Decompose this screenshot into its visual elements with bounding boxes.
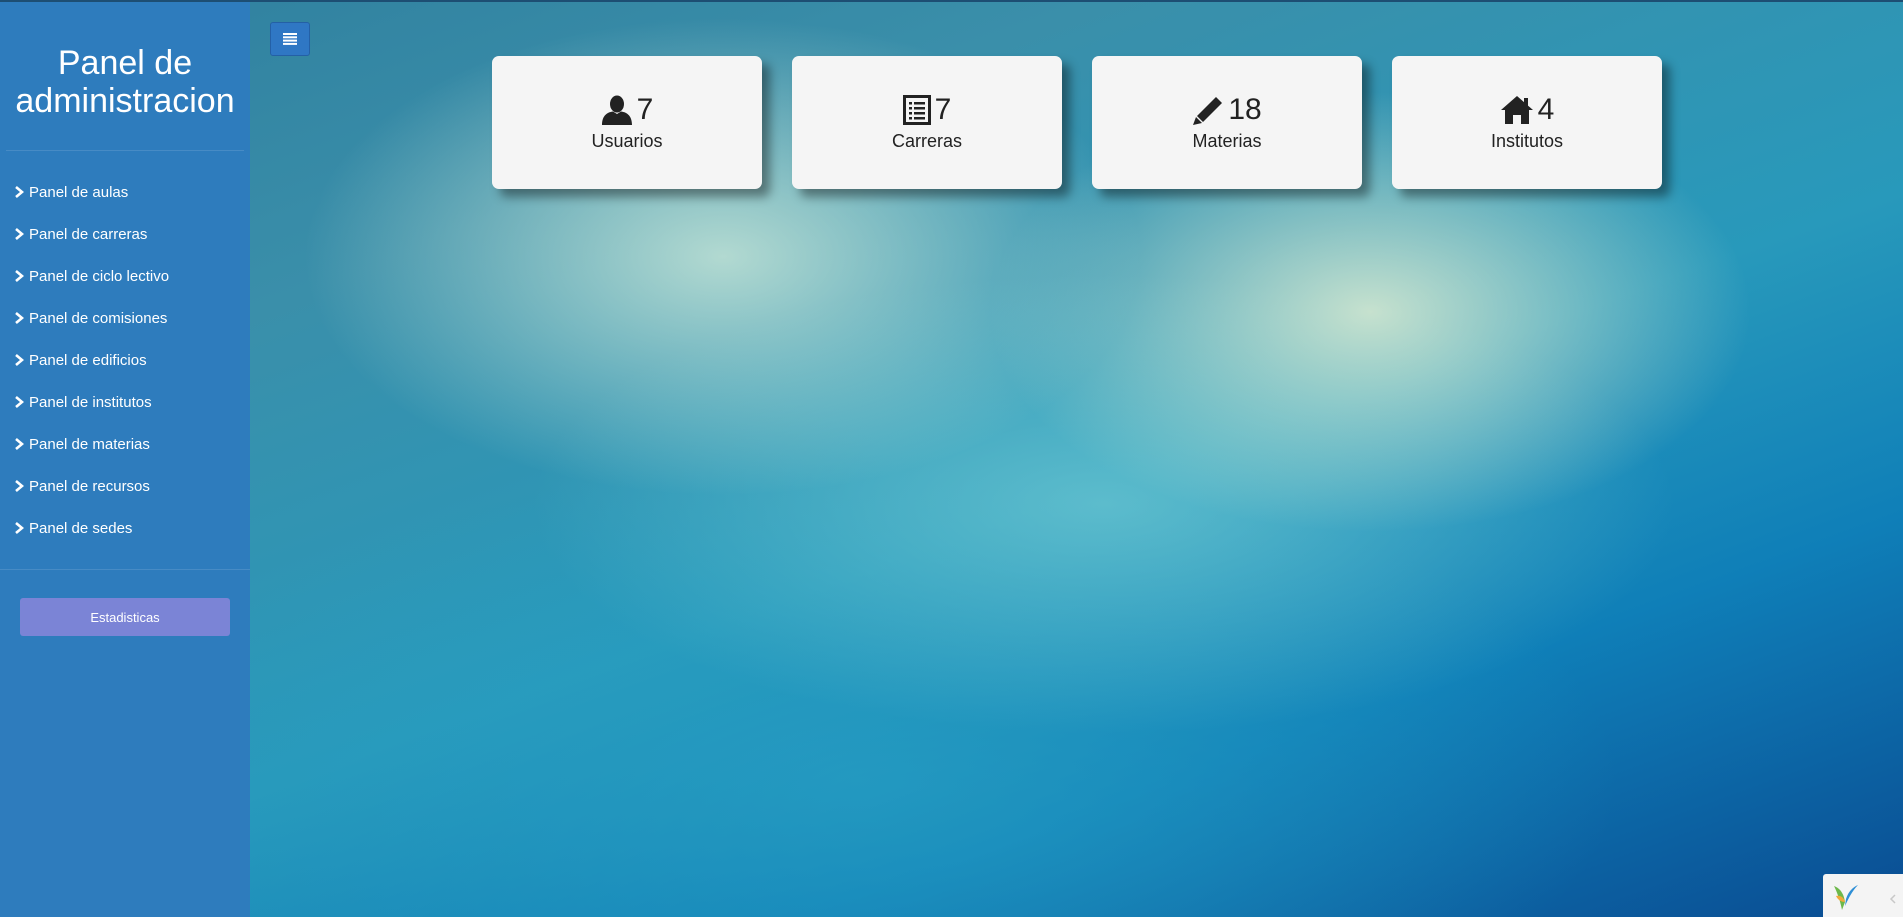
card-count: 18 (1228, 93, 1262, 126)
sidebar-item-aulas[interactable]: Panel de aulas (0, 171, 250, 213)
card-label: Materias (1192, 131, 1262, 151)
card-count: 7 (636, 93, 654, 126)
sidebar-item-label: Panel de carreras (29, 225, 148, 243)
pencil-icon (1193, 97, 1223, 125)
home-icon (1500, 96, 1533, 124)
top-border (0, 0, 1903, 2)
sidebar-item-label: Panel de materias (29, 435, 150, 453)
sidebar-item-label: Panel de aulas (29, 183, 129, 201)
card-count: 4 (1537, 93, 1555, 126)
debug-toolbar-tab[interactable] (1823, 874, 1903, 917)
card-institutos[interactable]: 4 Institutos (1392, 56, 1662, 189)
chevron-right-icon (15, 480, 24, 492)
sidebar-item-label: Panel de ciclo lectivo (29, 267, 170, 285)
chevron-right-icon (15, 312, 24, 324)
chevron-right-icon (15, 186, 24, 198)
sidebar-item-materias[interactable]: Panel de materias (0, 423, 250, 465)
sidebar-title: Panel de administracion (6, 2, 244, 151)
chevron-right-icon (15, 438, 24, 450)
sidebar-item-carreras[interactable]: Panel de carreras (0, 213, 250, 255)
sidebar-item-label: Panel de recursos (29, 477, 150, 495)
sidebar-toggle-button[interactable] (270, 22, 310, 56)
card-count: 7 (934, 93, 952, 126)
chevron-left-icon (1889, 894, 1896, 904)
card-carreras[interactable]: 7 Carreras (792, 56, 1062, 189)
sidebar-item-label: Panel de edificios (29, 351, 147, 369)
card-materias[interactable]: 18 Materias (1092, 56, 1362, 189)
chevron-right-icon (15, 228, 24, 240)
sidebar-item-recursos[interactable]: Panel de recursos (0, 465, 250, 507)
sidebar: Panel de administracion Panel de aulas P… (0, 2, 250, 917)
chevron-right-icon (15, 396, 24, 408)
sidebar-item-sedes[interactable]: Panel de sedes (0, 507, 250, 549)
card-label: Carreras (891, 131, 962, 151)
sidebar-item-label: Panel de comisiones (29, 309, 168, 327)
user-icon (601, 95, 632, 125)
sidebar-item-comisiones[interactable]: Panel de comisiones (0, 297, 250, 339)
sidebar-nav: Panel de aulas Panel de carreras Panel d… (0, 151, 250, 570)
statistics-button[interactable]: Estadisticas (20, 598, 230, 636)
chevron-right-icon (15, 270, 24, 282)
sidebar-item-label: Panel de sedes (29, 519, 133, 537)
sidebar-item-institutos[interactable]: Panel de institutos (0, 381, 250, 423)
card-label: Institutos (1490, 131, 1564, 151)
card-label: Usuarios (591, 131, 663, 151)
sidebar-item-ciclo-lectivo[interactable]: Panel de ciclo lectivo (0, 255, 250, 297)
chevron-right-icon (15, 522, 24, 534)
menu-list-icon (283, 33, 297, 45)
sidebar-item-edificios[interactable]: Panel de edificios (0, 339, 250, 381)
sidebar-item-label: Panel de institutos (29, 393, 152, 411)
chevron-right-icon (15, 354, 24, 366)
list-icon (902, 95, 931, 125)
card-usuarios[interactable]: 7 Usuarios (492, 56, 762, 189)
yii-logo-icon (1834, 885, 1858, 910)
